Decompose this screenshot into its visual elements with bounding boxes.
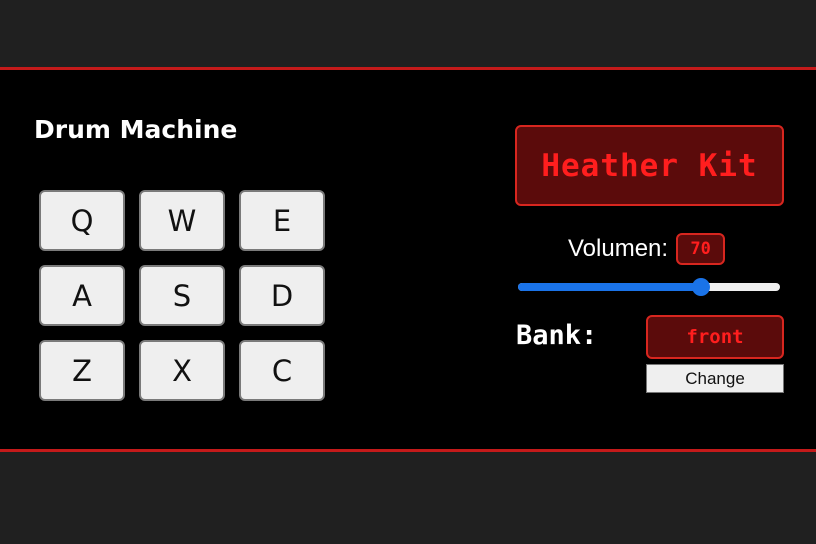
volume-label: Volumen: <box>568 235 669 262</box>
drum-machine: Drum Machine Q W E A S D Z X C Heather K… <box>0 67 816 452</box>
app-title: Drum Machine <box>34 115 238 144</box>
drum-pad-grid: Q W E A S D Z X C <box>39 190 326 401</box>
drum-pad-e[interactable]: E <box>239 190 325 251</box>
volume-slider-thumb[interactable] <box>692 278 711 296</box>
drum-pad-a[interactable]: A <box>39 265 125 326</box>
volume-row: Volumen: 70 <box>568 232 726 266</box>
drum-pad-q[interactable]: Q <box>39 190 125 251</box>
volume-slider-fill <box>518 283 702 291</box>
drum-pad-s[interactable]: S <box>139 265 225 326</box>
kit-display: Heather Kit <box>515 125 784 206</box>
bank-label: Bank: <box>516 320 598 351</box>
drum-pad-z[interactable]: Z <box>39 340 125 401</box>
volume-slider[interactable] <box>518 277 780 297</box>
drum-pad-x[interactable]: X <box>139 340 225 401</box>
volume-value-display: 70 <box>676 233 726 265</box>
change-bank-button[interactable]: Change <box>646 364 784 393</box>
drum-pad-c[interactable]: C <box>239 340 325 401</box>
drum-pad-w[interactable]: W <box>139 190 225 251</box>
bank-value-display: front <box>646 315 784 359</box>
drum-pad-d[interactable]: D <box>239 265 325 326</box>
